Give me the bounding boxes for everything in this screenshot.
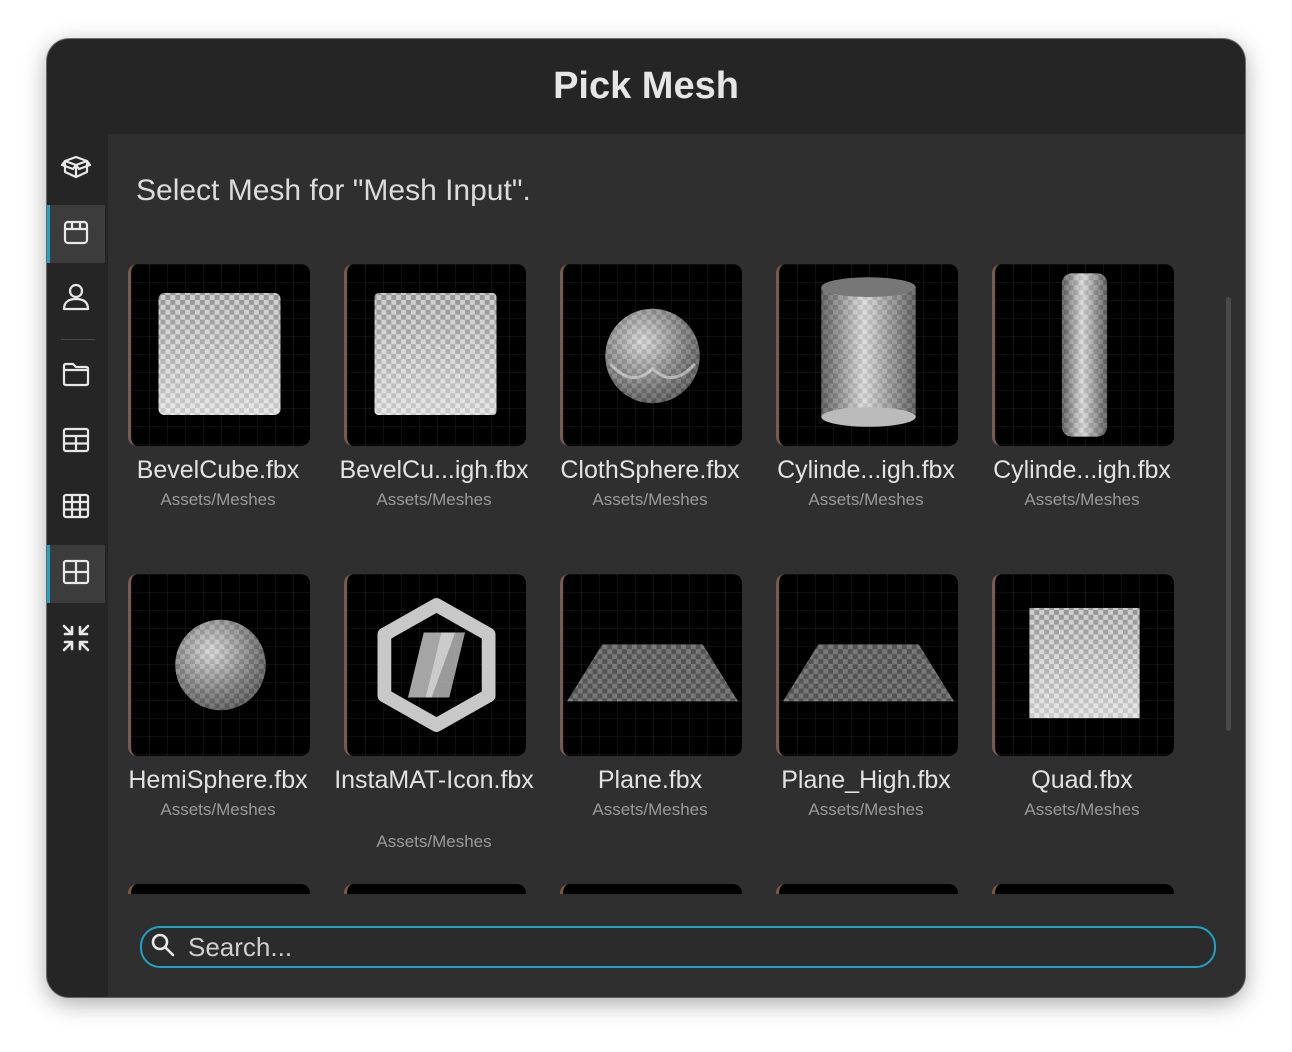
sidebar-item-open-box[interactable] bbox=[47, 140, 105, 198]
mesh-name: BevelCu...igh.fbx bbox=[339, 456, 529, 484]
mesh-name: ClothSphere.fbx bbox=[560, 456, 740, 484]
mesh-card-partial[interactable] bbox=[128, 884, 310, 894]
mesh-name: BevelCube.fbx bbox=[136, 456, 300, 484]
mesh-path: Assets/Meshes bbox=[808, 800, 924, 819]
mesh-card-partial[interactable] bbox=[344, 884, 526, 894]
mesh-path: Assets/Meshes bbox=[376, 832, 492, 851]
table-icon bbox=[60, 424, 92, 461]
pick-mesh-dialog: Pick Mesh Select Mesh for "Mesh Input". … bbox=[47, 39, 1245, 997]
mesh-thumbnail bbox=[560, 264, 742, 446]
mesh-path: Assets/Meshes bbox=[808, 490, 924, 509]
mesh-path: Assets/Meshes bbox=[160, 800, 276, 819]
mesh-thumbnail bbox=[992, 264, 1174, 446]
mesh-path: Assets/Meshes bbox=[592, 800, 708, 819]
mesh-name: Cylinde...igh.fbx bbox=[777, 456, 955, 484]
search-bar[interactable] bbox=[140, 926, 1216, 968]
mesh-name: InstaMAT-Icon.fbx bbox=[334, 766, 534, 794]
scrollbar[interactable] bbox=[1226, 297, 1231, 731]
mesh-grid: BevelCube.fbx Assets/Meshes BevelCu...ig… bbox=[108, 254, 1245, 894]
mesh-name: Cylinde...igh.fbx bbox=[993, 456, 1171, 484]
folder-icon bbox=[60, 358, 92, 395]
search-input[interactable] bbox=[186, 930, 1214, 964]
mesh-name: Quad.fbx bbox=[1031, 766, 1133, 794]
sidebar-item-folder[interactable] bbox=[47, 347, 105, 405]
grid-large-icon bbox=[60, 556, 92, 593]
mesh-name: Plane.fbx bbox=[597, 766, 703, 794]
mesh-path: Assets/Meshes bbox=[1024, 490, 1140, 509]
mesh-path: Assets/Meshes bbox=[592, 490, 708, 509]
sidebar bbox=[47, 134, 108, 997]
mesh-path: Assets/Meshes bbox=[160, 490, 276, 509]
mesh-thumbnail bbox=[992, 574, 1174, 756]
mesh-thumbnail bbox=[128, 574, 310, 756]
mesh-card-partial[interactable] bbox=[776, 884, 958, 894]
box-icon bbox=[60, 216, 92, 253]
mesh-thumbnail bbox=[776, 574, 958, 756]
dialog-subtitle: Select Mesh for "Mesh Input". bbox=[136, 174, 531, 207]
mesh-thumbnail bbox=[560, 574, 742, 756]
open-box-icon bbox=[60, 151, 92, 188]
dialog-title: Pick Mesh bbox=[553, 65, 739, 107]
sidebar-item-grid[interactable] bbox=[47, 479, 105, 537]
collapse-icon bbox=[60, 622, 92, 659]
mesh-thumbnail bbox=[776, 264, 958, 446]
sidebar-item-collapse[interactable] bbox=[47, 611, 105, 669]
sidebar-item-box[interactable] bbox=[47, 205, 105, 263]
mesh-path: Assets/Meshes bbox=[376, 490, 492, 509]
mesh-thumbnail bbox=[344, 264, 526, 446]
content-panel: Select Mesh for "Mesh Input". BevelCube.… bbox=[108, 134, 1245, 997]
sidebar-item-table[interactable] bbox=[47, 413, 105, 471]
mesh-name: Plane_High.fbx bbox=[781, 766, 951, 794]
mesh-thumbnail bbox=[128, 264, 310, 446]
mesh-card-partial[interactable] bbox=[992, 884, 1174, 894]
mesh-card-partial[interactable] bbox=[560, 884, 742, 894]
sidebar-divider bbox=[61, 339, 95, 340]
mesh-name: HemiSphere.fbx bbox=[128, 766, 308, 794]
sidebar-item-user[interactable] bbox=[47, 270, 105, 328]
sidebar-item-grid-large[interactable] bbox=[47, 545, 105, 603]
mesh-path: Assets/Meshes bbox=[1024, 800, 1140, 819]
search-icon bbox=[142, 932, 176, 963]
user-icon bbox=[60, 281, 92, 318]
grid-icon bbox=[60, 490, 92, 527]
mesh-thumbnail bbox=[344, 574, 526, 756]
